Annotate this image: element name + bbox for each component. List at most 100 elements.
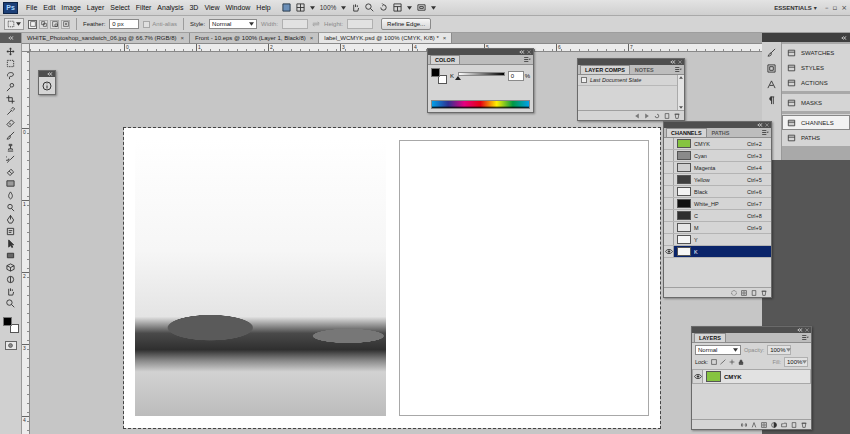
tool-button[interactable] [3, 166, 19, 177]
tool-button[interactable] [3, 118, 19, 129]
visibility-toggle[interactable] [664, 198, 674, 209]
menu-item[interactable]: Window [222, 1, 253, 15]
tool-button[interactable] [3, 250, 19, 261]
k-slider[interactable] [458, 72, 505, 81]
arrange-documents-icon[interactable] [393, 3, 402, 12]
fill-input[interactable]: 100% [784, 357, 808, 367]
channel-row[interactable]: MagentaCtrl+4 [664, 162, 771, 174]
menu-item[interactable]: Edit [40, 1, 58, 15]
selection-mode-button[interactable] [50, 20, 59, 29]
screen-mode-icon[interactable] [417, 3, 426, 12]
panel-tab[interactable]: CHANNELS [666, 128, 707, 137]
visibility-toggle[interactable] [664, 174, 674, 185]
window-control-button[interactable]: ▫ [832, 3, 837, 13]
lock-position-icon[interactable] [729, 359, 735, 365]
collapse-icon[interactable] [797, 328, 803, 332]
dropdown-arrow-icon[interactable] [249, 22, 254, 26]
panel-tab[interactable]: LAYER COMPS [580, 65, 630, 74]
lock-pixels-icon[interactable] [720, 359, 726, 365]
close-icon[interactable] [527, 50, 531, 54]
zoom-level[interactable]: 100% [320, 4, 337, 11]
tool-button[interactable] [3, 226, 19, 237]
dock-item[interactable]: CHANNELS [782, 115, 850, 130]
collapse-icon[interactable] [519, 50, 525, 54]
dock-item[interactable]: MASKS [782, 95, 850, 110]
feather-input[interactable]: 0 px [109, 19, 139, 29]
dropdown-arrow-icon[interactable] [16, 22, 21, 26]
visibility-toggle[interactable] [664, 234, 674, 245]
menu-item[interactable]: 3D [186, 1, 201, 15]
menu-item[interactable]: Analysis [154, 1, 186, 15]
color-ramp[interactable] [431, 100, 530, 109]
channel-row[interactable]: CyanCtrl+3 [664, 150, 771, 162]
layer-style-icon[interactable] [751, 422, 757, 428]
tab-close-button[interactable]: × [181, 35, 185, 41]
document-tab[interactable]: label_WCMYK.psd @ 100% (CMYK, K/8) *× [319, 33, 452, 43]
panel-tab[interactable]: LAYERS [694, 333, 726, 342]
tool-button[interactable] [3, 94, 19, 105]
dropdown-arrow-icon[interactable] [341, 6, 346, 10]
dock-item[interactable]: SWATCHES [782, 45, 850, 60]
close-icon[interactable] [765, 123, 769, 127]
character-icon[interactable] [767, 80, 776, 89]
bridge-icon[interactable] [282, 3, 291, 12]
channel-row[interactable]: White_HPCtrl+7 [664, 198, 771, 210]
channel-row[interactable]: MCtrl+9 [664, 222, 771, 234]
window-control-button[interactable]: – [825, 3, 829, 13]
tool-button[interactable] [3, 58, 19, 69]
dock-item[interactable]: PATHS [782, 130, 850, 145]
info-icon[interactable] [42, 81, 52, 91]
tool-button[interactable] [3, 178, 19, 189]
lock-transparency-icon[interactable] [711, 359, 717, 365]
visibility-toggle[interactable] [664, 210, 674, 221]
opacity-input[interactable]: 100% [767, 345, 791, 355]
channel-row[interactable]: YellowCtrl+5 [664, 174, 771, 186]
dock-item[interactable]: STYLES [782, 60, 850, 75]
workspace-switcher[interactable]: ESSENTIALS▾ [774, 4, 817, 11]
ruler-origin[interactable] [22, 44, 30, 52]
channel-row[interactable]: CCtrl+8 [664, 210, 771, 222]
style-select[interactable]: Normal [209, 19, 257, 29]
tool-button[interactable] [3, 154, 19, 165]
tool-button[interactable] [3, 46, 19, 57]
dropdown-arrow-icon[interactable] [802, 360, 807, 364]
document-tab[interactable]: WHITE_Photoshop_sandwich_06.jpg @ 66.7% … [22, 33, 190, 43]
collapse-icon[interactable] [841, 36, 847, 40]
foreground-color-swatch[interactable] [3, 317, 12, 326]
adjustment-icon[interactable] [771, 422, 777, 428]
tool-button[interactable] [3, 106, 19, 117]
menu-item[interactable]: Filter [133, 1, 155, 15]
tab-close-button[interactable]: × [443, 35, 447, 41]
mask-icon[interactable] [761, 422, 767, 428]
save-selection-icon[interactable] [741, 290, 747, 296]
tool-button[interactable] [3, 274, 19, 285]
eye-icon[interactable] [694, 374, 702, 379]
tool-button[interactable] [3, 130, 19, 141]
visibility-toggle[interactable] [664, 162, 674, 173]
brush-icon[interactable] [767, 48, 776, 57]
channel-row[interactable]: CMYKCtrl+2 [664, 138, 771, 150]
visibility-toggle[interactable] [664, 222, 674, 233]
view-extras-icon[interactable] [296, 3, 305, 12]
selection-mode-button[interactable] [28, 20, 37, 29]
new-layer-icon[interactable] [791, 422, 797, 428]
menu-item[interactable]: Image [58, 1, 83, 15]
group-icon[interactable] [781, 422, 787, 428]
blend-mode-select[interactable]: Normal [695, 345, 741, 355]
update-icon[interactable] [654, 113, 660, 119]
panel-tab[interactable]: COLOR [430, 55, 460, 64]
tool-preset-picker[interactable] [4, 18, 24, 30]
selection-mode-button[interactable] [39, 20, 48, 29]
info-panel[interactable] [38, 70, 56, 95]
quick-mask-button[interactable] [5, 341, 17, 350]
dropdown-arrow-icon[interactable] [407, 6, 412, 10]
document-tab[interactable]: Front - 10.eps @ 100% (Layer 1, Black/8)… [190, 33, 319, 43]
foreground-color-swatch[interactable] [431, 68, 440, 77]
link-icon[interactable] [741, 422, 747, 428]
trash-icon[interactable] [674, 113, 680, 119]
tool-button[interactable] [3, 202, 19, 213]
panel-tab[interactable]: NOTES [630, 65, 659, 74]
channel-row[interactable]: Y [664, 234, 771, 246]
tool-button[interactable] [3, 142, 19, 153]
dropdown-arrow-icon[interactable] [733, 348, 738, 352]
